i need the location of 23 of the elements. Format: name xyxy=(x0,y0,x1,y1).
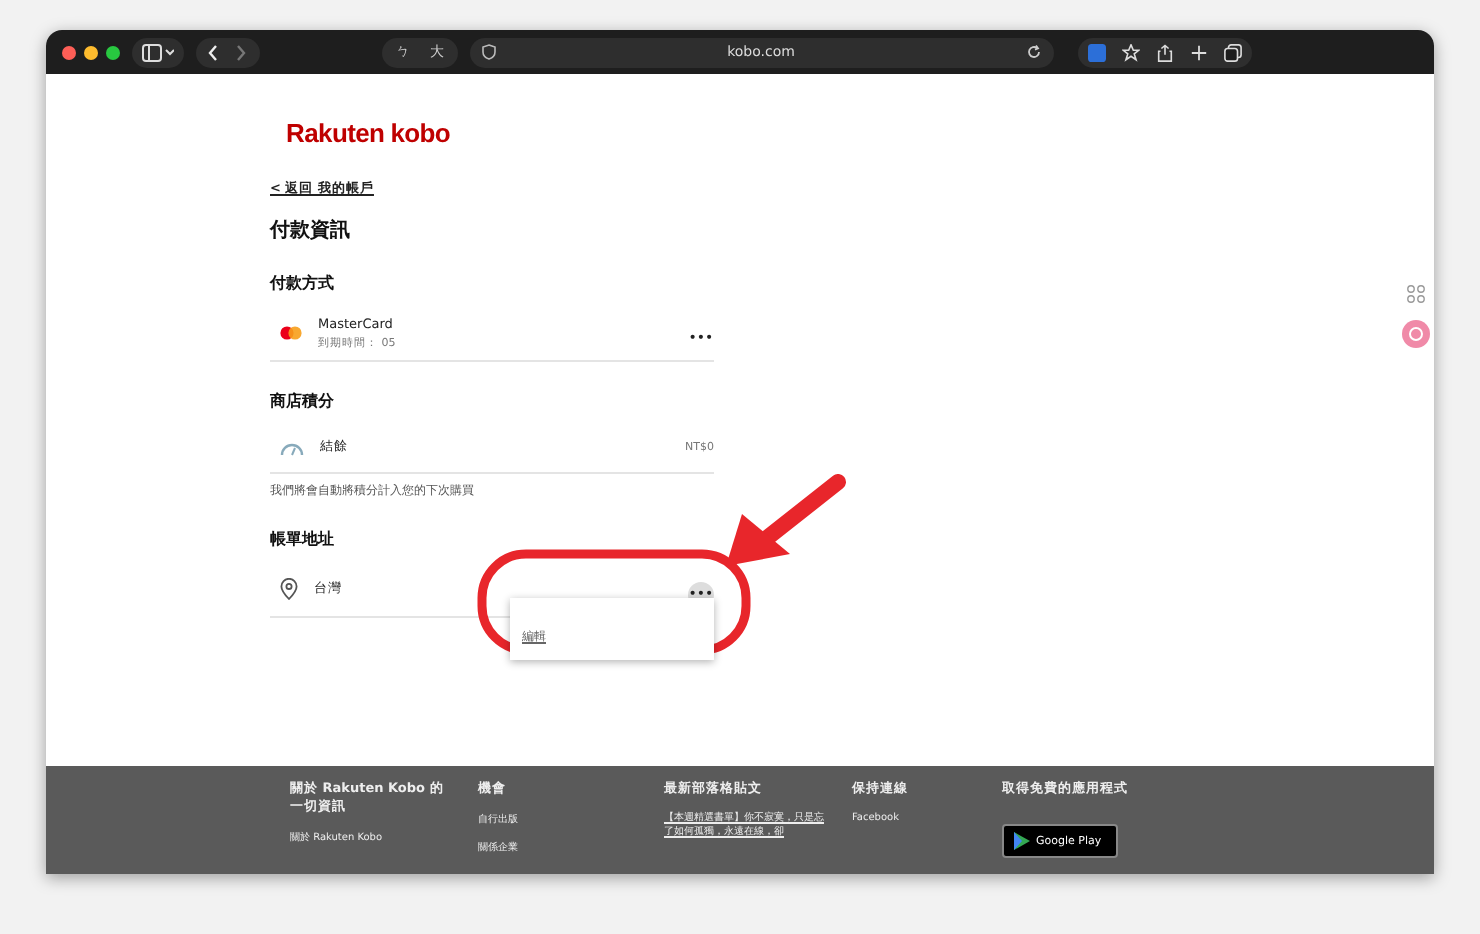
gauge-icon xyxy=(280,439,304,455)
star-icon[interactable] xyxy=(1122,43,1140,61)
page-title: 付款資訊 xyxy=(270,217,350,244)
sidebar-icon xyxy=(142,43,174,61)
logo[interactable]: Rakuten kobo xyxy=(286,118,451,148)
back-forward-icon xyxy=(206,43,250,61)
section-heading: 付款方式 xyxy=(270,272,336,294)
share-icon[interactable] xyxy=(1156,43,1174,61)
section-heading: 商店積分 xyxy=(270,390,336,412)
close-icon[interactable] xyxy=(62,45,76,59)
grid-icon[interactable] xyxy=(1406,284,1426,304)
reload-icon[interactable] xyxy=(1026,44,1042,60)
mastercard-icon xyxy=(280,325,302,339)
shield-icon xyxy=(482,44,496,60)
tabs-overview-icon[interactable] xyxy=(1224,43,1242,61)
plus-icon[interactable] xyxy=(1190,43,1208,61)
navigation-buttons[interactable] xyxy=(196,37,260,67)
minimize-icon[interactable] xyxy=(84,45,98,59)
section-heading: 帳單地址 xyxy=(270,528,336,550)
sidebar-toggle-button[interactable] xyxy=(132,37,184,67)
location-pin-icon xyxy=(280,577,298,599)
play-store-icon xyxy=(1014,832,1030,850)
maximize-icon[interactable] xyxy=(106,45,120,59)
